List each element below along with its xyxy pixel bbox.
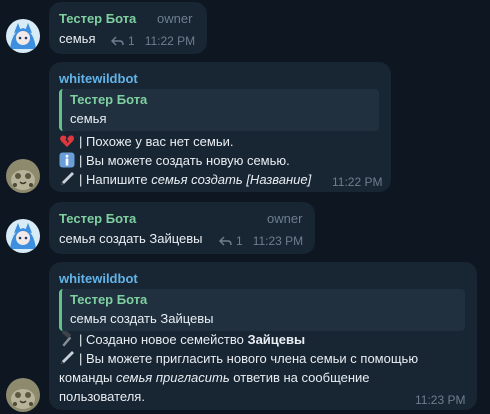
command-italic[interactable]: семья пригласить <box>116 370 230 385</box>
reply-count[interactable]: 1 <box>236 234 243 248</box>
line-text: | Вы можете создать новую семью. <box>79 153 290 168</box>
user-avatar[interactable] <box>6 19 40 53</box>
author-name[interactable]: Тестер Бота <box>59 11 136 26</box>
user-avatar[interactable] <box>6 219 40 253</box>
message-bubble-user-2[interactable]: Тестер Бота owner семья создать Зайцевы … <box>49 202 315 254</box>
message-line-3: команды семья пригласить ответив на сооб… <box>59 368 370 387</box>
role-label: owner <box>157 11 193 26</box>
reply-count[interactable]: 1 <box>128 34 135 48</box>
message-bubble-bot-2[interactable]: whitewildbot Тестер Бота семья создать З… <box>49 262 477 410</box>
message-bubble-bot-1[interactable]: whitewildbot Тестер Бота семья | Похоже … <box>49 62 391 192</box>
message-meta: 1 11:23 PM <box>219 234 303 248</box>
author-name[interactable]: Тестер Бота <box>59 211 136 226</box>
reply-icon[interactable] <box>219 236 232 247</box>
pen-icon <box>61 172 74 185</box>
quote-author: Тестер Бота <box>70 92 148 107</box>
message-line-1: | Создано новое семейство Зайцевы <box>59 330 305 349</box>
line-text: | Похоже у вас нет семьи. <box>79 134 234 149</box>
message-text: семья <box>59 31 96 46</box>
reply-icon[interactable] <box>111 36 124 47</box>
line-prefix: | Напишите <box>79 172 152 187</box>
message-meta: 1 11:22 PM <box>111 34 195 48</box>
quote-author: Тестер Бота <box>70 292 148 307</box>
line-prefix: | Создано новое семейство <box>79 332 248 347</box>
bot-avatar[interactable] <box>6 378 40 412</box>
broken-heart-icon <box>60 135 74 147</box>
info-icon <box>59 152 75 168</box>
reply-quote[interactable]: Тестер Бота семья создать Зайцевы <box>59 289 465 331</box>
message-time: 11:22 PM <box>144 34 196 48</box>
pen-icon <box>61 351 74 364</box>
role-label: owner <box>267 211 303 226</box>
message-line-2: | Вы можете создать новую семью. <box>59 151 290 170</box>
message-text: семья создать Зайцевы <box>59 231 203 246</box>
line-text: пользователя. <box>59 389 145 404</box>
line-prefix: команды <box>59 370 116 385</box>
command-italic[interactable]: семья создать [Название] <box>151 172 311 187</box>
message-line-4: пользователя. <box>59 387 145 406</box>
line-suffix: ответив на сообщение <box>229 370 370 385</box>
author-name[interactable]: whitewildbot <box>59 271 138 286</box>
message-time: 11:23 PM <box>415 393 466 407</box>
message-time: 11:23 PM <box>252 234 304 248</box>
bot-avatar[interactable] <box>6 159 40 193</box>
line-text: | Вы можете пригласить нового члена семь… <box>79 351 419 366</box>
author-name[interactable]: whitewildbot <box>59 71 138 86</box>
quote-text: семья <box>70 111 107 126</box>
message-bubble-user-1[interactable]: Тестер Бота owner семья 1 11:22 PM <box>49 2 207 54</box>
reply-quote[interactable]: Тестер Бота семья <box>59 89 379 131</box>
hammer-icon <box>61 331 72 347</box>
family-name-bold: Зайцевы <box>247 332 306 347</box>
message-line-3: | Напишите семья создать [Название] <box>59 170 311 189</box>
message-line-1: | Похоже у вас нет семьи. <box>59 132 233 151</box>
message-time: 11:22 PM <box>332 175 383 189</box>
message-line-2: | Вы можете пригласить нового члена семь… <box>59 349 418 368</box>
quote-text: семья создать Зайцевы <box>70 311 214 326</box>
